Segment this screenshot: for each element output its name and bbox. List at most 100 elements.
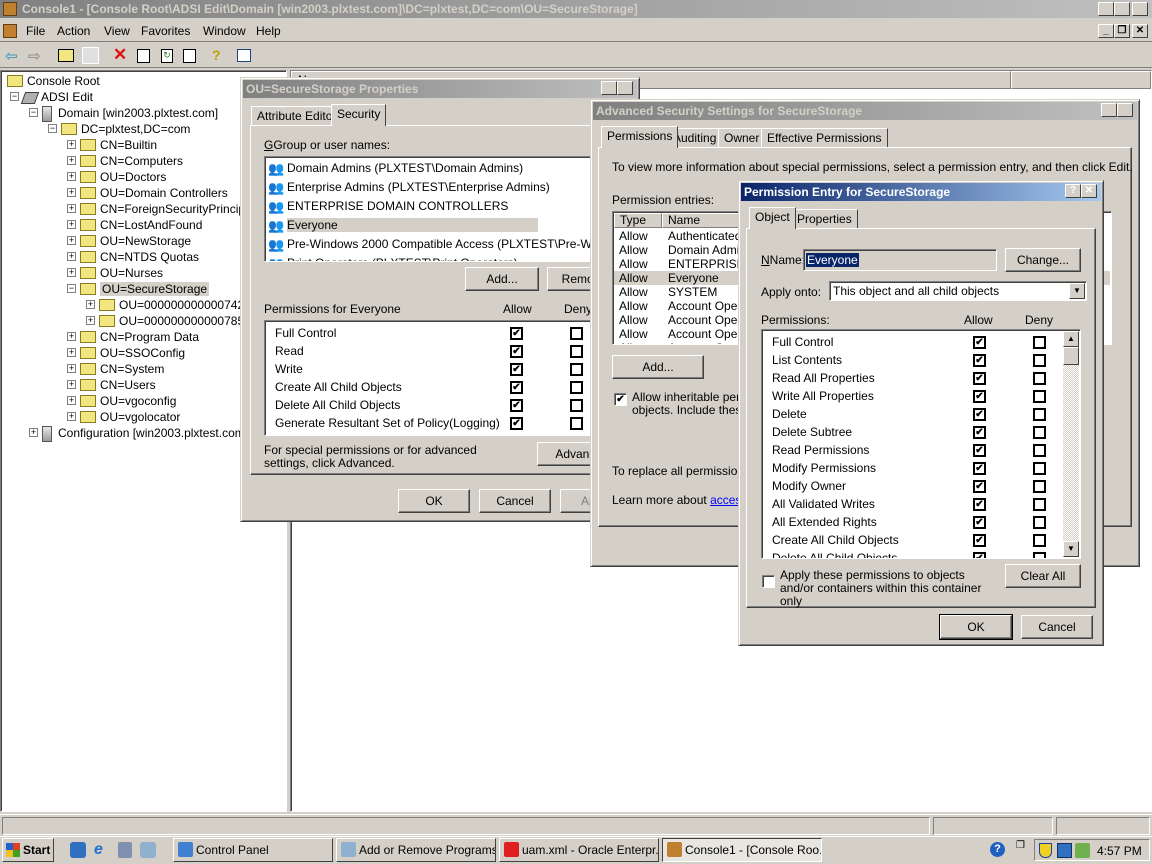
deny-checkbox[interactable] (1033, 498, 1046, 511)
scrollbar[interactable]: ▲ ▼ (1063, 331, 1079, 557)
deny-checkbox[interactable] (1033, 462, 1046, 475)
tab-security[interactable]: Security (331, 104, 387, 126)
tree-node[interactable]: + CN=ForeignSecurityPrincipals (67, 201, 260, 217)
collapse-icon[interactable]: − (48, 124, 57, 134)
menu-action[interactable]: Action (57, 24, 90, 38)
close-button[interactable]: ✕ (1117, 103, 1133, 117)
cancel-button[interactable]: Cancel (1021, 615, 1093, 639)
network-icon[interactable] (1057, 843, 1072, 858)
column-header-empty[interactable] (1011, 71, 1151, 89)
expand-icon[interactable]: + (67, 348, 76, 358)
expand-icon[interactable]: + (29, 428, 38, 438)
expand-icon[interactable]: + (67, 236, 76, 246)
collapse-icon[interactable]: − (10, 92, 19, 102)
deny-checkbox[interactable] (1033, 480, 1046, 493)
show-hide-tree-icon[interactable] (82, 47, 99, 64)
col-type[interactable]: Type (614, 213, 662, 228)
tab-permissions[interactable]: Permissions (601, 126, 679, 148)
quicklaunch-server-icon[interactable] (118, 842, 132, 858)
group-list-item[interactable]: 👥 Pre-Windows 2000 Compatible Access (PLX… (268, 235, 643, 253)
help-button[interactable]: ? (1065, 184, 1081, 198)
group-list[interactable]: 👥 Domain Admins (PLXTEST\Domain Admins) 👥 E… (264, 156, 644, 262)
menu-help[interactable]: Help (256, 24, 281, 38)
allow-checkbox[interactable]: ✔ (973, 336, 986, 349)
refresh-icon[interactable]: ↻ (161, 49, 173, 63)
tree-node[interactable]: + CN=Builtin (67, 137, 157, 153)
menu-window[interactable]: Window (203, 24, 246, 38)
group-list-item[interactable]: 👥 Everyone (268, 216, 643, 234)
task-console1[interactable]: Console1 - [Console Roo... (662, 838, 822, 862)
group-list-item[interactable]: 👥Print Operators (PLXTEST\Print Operator… (268, 254, 643, 261)
allow-checkbox[interactable]: ✔ (510, 327, 523, 340)
task-control-panel[interactable]: Control Panel (173, 838, 333, 862)
expand-icon[interactable]: + (67, 268, 76, 278)
allow-checkbox[interactable]: ✔ (510, 345, 523, 358)
tree-node[interactable]: + OU=0000000000007851 (86, 313, 251, 329)
chevron-down-icon[interactable]: ▼ (1069, 283, 1085, 299)
scroll-up-button[interactable]: ▲ (1063, 331, 1079, 347)
allow-checkbox[interactable]: ✔ (973, 408, 986, 421)
tree-domain[interactable]: − Domain [win2003.plxtest.com] (29, 105, 218, 122)
tree-adsi-edit[interactable]: − ADSI Edit (10, 89, 93, 105)
close-button[interactable]: ✕ (1081, 184, 1097, 198)
help-icon[interactable]: ? (212, 47, 221, 63)
child-restore-button[interactable]: ❐ (1114, 24, 1130, 38)
add-button[interactable]: Add... (465, 267, 539, 291)
allow-checkbox[interactable]: ✔ (973, 498, 986, 511)
deny-checkbox[interactable] (1033, 408, 1046, 421)
close-button[interactable]: ✕ (1132, 2, 1148, 16)
expand-icon[interactable]: + (67, 396, 76, 406)
task-uam-xml[interactable]: uam.xml - Oracle Enterpr... (499, 838, 659, 862)
cancel-button[interactable]: Cancel (479, 489, 551, 513)
allow-checkbox[interactable]: ✔ (973, 426, 986, 439)
tree-node[interactable]: + OU=NewStorage (67, 233, 191, 249)
allow-checkbox[interactable]: ✔ (973, 552, 986, 558)
deny-checkbox[interactable] (570, 363, 583, 376)
clear-all-button[interactable]: Clear All (1005, 564, 1081, 588)
tab-object[interactable]: Object (749, 207, 796, 229)
deny-checkbox[interactable] (570, 417, 583, 430)
menu-view[interactable]: View (104, 24, 130, 38)
expand-icon[interactable]: + (67, 220, 76, 230)
expand-icon[interactable]: + (67, 412, 76, 422)
deny-checkbox[interactable] (1033, 426, 1046, 439)
help-button[interactable]: ? (1101, 103, 1117, 117)
expand-icon[interactable]: + (67, 204, 76, 214)
deny-checkbox[interactable] (1033, 336, 1046, 349)
scroll-thumb[interactable] (1063, 347, 1079, 365)
tree-node[interactable]: + OU=Doctors (67, 169, 166, 185)
expand-icon[interactable]: + (67, 380, 76, 390)
allow-checkbox[interactable]: ✔ (973, 516, 986, 529)
allow-checkbox[interactable]: ✔ (510, 417, 523, 430)
action-pane-icon[interactable] (237, 49, 251, 62)
tree-node[interactable]: + OU=Nurses (67, 265, 163, 281)
child-minimize-button[interactable]: _ (1098, 24, 1114, 38)
tree-node[interactable]: + CN=Users (67, 377, 156, 393)
group-list-item[interactable]: 👥 Enterprise Admins (PLXTEST\Enterprise A… (268, 178, 643, 196)
minimize-button[interactable]: _ (1098, 2, 1114, 16)
deny-checkbox[interactable] (1033, 444, 1046, 457)
expand-icon[interactable]: + (67, 188, 76, 198)
quicklaunch-ie-icon[interactable]: e (94, 841, 103, 859)
deny-checkbox[interactable] (570, 381, 583, 394)
up-folder-icon[interactable] (58, 49, 74, 62)
restore-button[interactable]: ❐ (1114, 2, 1130, 16)
expand-icon[interactable]: + (67, 172, 76, 182)
ok-button[interactable]: OK (398, 489, 470, 513)
tree-node[interactable]: + CN=System (67, 361, 164, 377)
child-close-button[interactable]: ✕ (1132, 24, 1148, 38)
deny-checkbox[interactable] (1033, 354, 1046, 367)
tree-node[interactable]: + OU=vgoconfig (67, 393, 176, 409)
connection-icon[interactable] (1075, 843, 1090, 858)
export-list-icon[interactable] (183, 49, 196, 63)
deny-checkbox[interactable] (570, 327, 583, 340)
allow-checkbox[interactable]: ✔ (973, 354, 986, 367)
back-icon[interactable]: ⇦ (5, 47, 18, 65)
start-button[interactable]: Start (2, 838, 54, 862)
quicklaunch-show-desktop-icon[interactable] (70, 842, 86, 858)
menu-file[interactable]: File (26, 24, 45, 38)
allow-checkbox[interactable]: ✔ (973, 372, 986, 385)
expand-icon[interactable]: + (67, 140, 76, 150)
apply-only-checkbox[interactable] (762, 575, 775, 588)
tree-node[interactable]: + CN=Program Data (67, 329, 199, 345)
